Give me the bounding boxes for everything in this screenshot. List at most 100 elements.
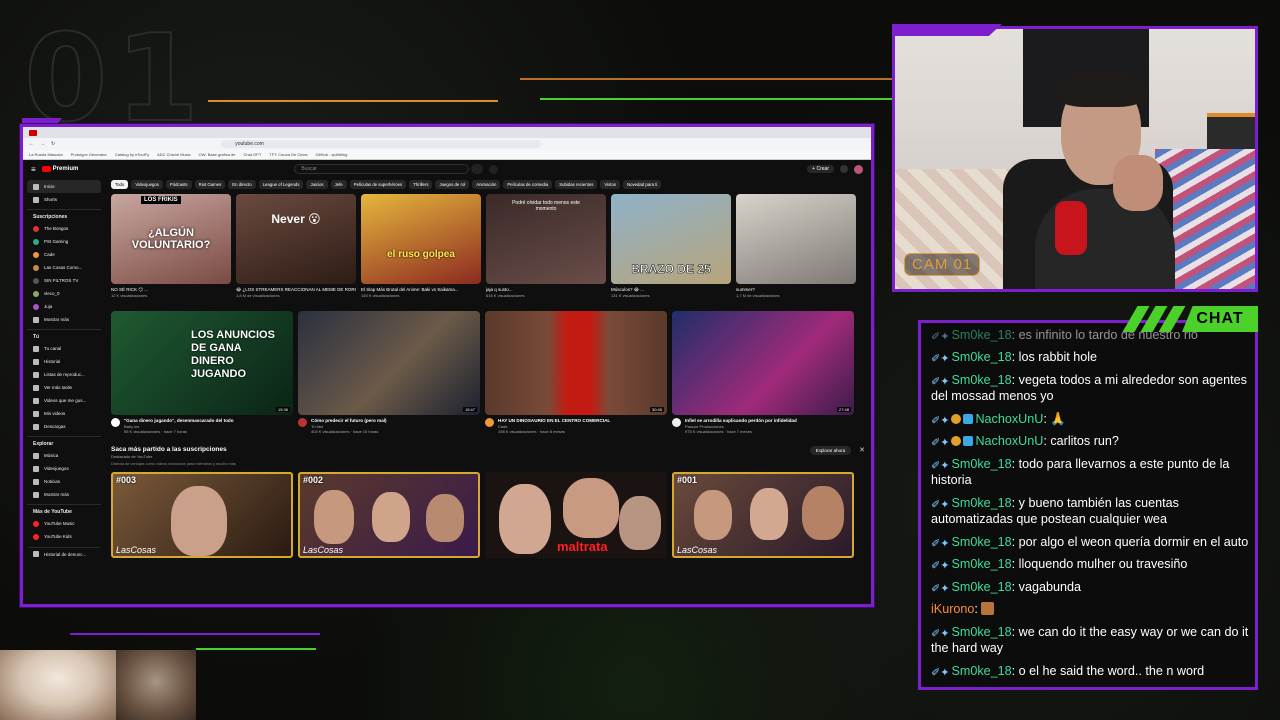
bookmark-item[interactable]: Catalog by eToolFy: [115, 152, 149, 157]
sidebar-item-yt-music[interactable]: YouTube Music: [27, 517, 101, 530]
chat-username[interactable]: Sm0ke_18: [951, 457, 1011, 471]
chat-username[interactable]: Sm0ke_18: [951, 535, 1011, 549]
short-card[interactable]: LOS FRIKIS ¿ALGÚN VOLUNTARIO? NO SÉ RICK…: [111, 194, 231, 298]
chat-username[interactable]: iKurono: [931, 602, 974, 616]
chat-username[interactable]: Sm0ke_18: [951, 580, 1011, 594]
sidebar-sub-item[interactable]: PSI Gaming: [27, 235, 101, 248]
short-card[interactable]: summer? 1,7 M de visualizaciones: [736, 194, 856, 298]
video-thumbnail[interactable]: 15:47: [298, 311, 480, 415]
sidebar-item-shorts[interactable]: Shorts: [27, 193, 101, 206]
sidebar-item-downloads[interactable]: Descargas: [27, 420, 101, 433]
sidebar-item-report-history[interactable]: Historial de denunc...: [27, 547, 101, 560]
sidebar-item-music[interactable]: Música: [27, 449, 101, 462]
bookmark-item[interactable]: GitHub - spit/bling: [316, 152, 348, 157]
short-thumbnail[interactable]: [736, 194, 856, 284]
chip[interactable]: Animación: [472, 179, 501, 189]
short-thumbnail[interactable]: BRAZO DE 25: [611, 194, 731, 284]
members-video-thumbnail[interactable]: #003 LasCosas: [111, 472, 293, 558]
sidebar-sub-item[interactable]: Juja: [27, 300, 101, 313]
chip[interactable]: Juegos de rol: [435, 179, 470, 189]
sidebar-item-home[interactable]: Inicio: [27, 180, 101, 193]
create-button[interactable]: + Crear: [807, 165, 834, 173]
reload-icon[interactable]: ↻: [51, 141, 55, 147]
chat-username[interactable]: Sm0ke_18: [951, 373, 1011, 387]
chip[interactable]: Juicios: [306, 179, 328, 189]
short-card[interactable]: Podré olvidar todo menos este momento ja…: [486, 194, 606, 298]
chat-username[interactable]: Sm0ke_18: [951, 664, 1011, 678]
chip[interactable]: Subidas recientes: [555, 179, 598, 189]
bookmark-item[interactable]: ADC Chiché Music: [157, 152, 191, 157]
members-video-thumbnail[interactable]: #001 LasCosas: [672, 472, 854, 558]
video-card[interactable]: 27:48 Infiel se arrodilla suplicando per…: [672, 311, 854, 434]
bookmark-item[interactable]: Chat GPT: [244, 152, 262, 157]
chip[interactable]: Pódcasts: [165, 179, 192, 189]
short-card[interactable]: Never 😮 😂 ¿LOS STREAMERS REACCIONAN AL M…: [236, 194, 356, 298]
channel-avatar[interactable]: [672, 418, 681, 427]
subscriptions-heading[interactable]: Suscripciones: [27, 209, 101, 222]
sidebar-item-watch-later[interactable]: Ver más tarde: [27, 381, 101, 394]
short-thumbnail[interactable]: LOS FRIKIS ¿ALGÚN VOLUNTARIO?: [111, 194, 231, 284]
forward-icon[interactable]: →: [40, 141, 45, 147]
url-input[interactable]: youtube.com: [221, 140, 542, 148]
menu-icon[interactable]: ≡: [31, 165, 36, 174]
video-thumbnail[interactable]: 30:45: [485, 311, 667, 415]
chat-username[interactable]: Sm0ke_18: [951, 350, 1011, 364]
video-thumbnail[interactable]: 27:48: [672, 311, 854, 415]
sidebar-item-playlists[interactable]: Listas de reproduc...: [27, 368, 101, 381]
short-thumbnail[interactable]: Never 😮: [236, 194, 356, 284]
sidebar-sub-item[interactable]: vleco_0: [27, 287, 101, 300]
bookmark-item[interactable]: Prototype Generator: [71, 152, 107, 157]
explore-now-button[interactable]: Explorar ahora: [809, 446, 852, 455]
sidebar-item-my-videos[interactable]: Mis videos: [27, 407, 101, 420]
browser-tab-strip[interactable]: [23, 127, 871, 138]
sidebar-item-news[interactable]: Noticias: [27, 475, 101, 488]
bookmark-item[interactable]: La Rueda Mascota: [29, 152, 63, 157]
short-thumbnail[interactable]: el ruso golpea: [361, 194, 481, 284]
video-title[interactable]: HAY UN DINOSAURIO EN EL CENTRO COMERCIAL: [498, 418, 610, 424]
chip[interactable]: League of Legends: [258, 179, 304, 189]
members-video-thumbnail[interactable]: maltrata: [485, 472, 667, 558]
sidebar-item-gaming[interactable]: Videojuegos: [27, 462, 101, 475]
members-video-thumbnail[interactable]: #002 LasCosas: [298, 472, 480, 558]
bookmark-item[interactable]: TFT: Cauca De Cinos: [269, 152, 307, 157]
video-card[interactable]: 30:45 HAY UN DINOSAURIO EN EL CENTRO COM…: [485, 311, 667, 434]
avatar[interactable]: [854, 164, 863, 174]
short-thumbnail[interactable]: Podré olvidar todo menos este momento: [486, 194, 606, 284]
chat-username[interactable]: NachoxUnU: [975, 434, 1043, 448]
sidebar-item-history[interactable]: Historial: [27, 355, 101, 368]
back-icon[interactable]: ←: [29, 141, 34, 147]
show-more-explore[interactable]: Mostrar más: [27, 488, 101, 501]
sidebar-sub-item[interactable]: SIN FILTROS TV: [27, 274, 101, 287]
bookmark-item[interactable]: OW: Base gráfica de: [199, 152, 236, 157]
video-card[interactable]: 15:47 Cómo predecir el futuro (pero mal)…: [298, 311, 480, 434]
youtube-tab-icon[interactable]: [29, 129, 37, 136]
chip[interactable]: Vistos: [600, 179, 620, 189]
search-button[interactable]: [471, 164, 484, 174]
chip[interactable]: En directo: [228, 179, 256, 189]
chat-username[interactable]: Sm0ke_18: [951, 328, 1011, 342]
sidebar-item-liked[interactable]: Videos que me gus...: [27, 394, 101, 407]
sidebar-item-yt-kids[interactable]: YouTube Kids: [27, 530, 101, 543]
chip[interactable]: Thrillers: [409, 179, 433, 189]
chip[interactable]: Jefe: [330, 179, 347, 189]
chip[interactable]: Videojuegos: [131, 179, 163, 189]
video-card[interactable]: LOS ANUNCIOS DE GANA DINERO JUGANDO 15:3…: [111, 311, 293, 434]
you-heading[interactable]: Tú: [27, 329, 101, 342]
show-more-subs[interactable]: Mostrar más: [27, 313, 101, 326]
chat-username[interactable]: NachoxUnU: [975, 412, 1043, 426]
sidebar-item-your-channel[interactable]: Tu canal: [27, 342, 101, 355]
channel-avatar[interactable]: [298, 418, 307, 427]
notifications-icon[interactable]: [840, 165, 848, 173]
chip[interactable]: Riot Games: [194, 179, 226, 189]
close-icon[interactable]: ✕: [859, 446, 865, 454]
sidebar-sub-item[interactable]: Las Cosas Como...: [27, 261, 101, 274]
chat-username[interactable]: Sm0ke_18: [951, 496, 1011, 510]
chip[interactable]: Películas de superhéroes: [349, 179, 407, 189]
chip[interactable]: Novedad para ti: [623, 179, 662, 189]
chip[interactable]: Películas de comedia: [503, 179, 553, 189]
channel-avatar[interactable]: [485, 418, 494, 427]
youtube-logo[interactable]: Premium: [41, 166, 78, 172]
sidebar-sub-item[interactable]: The Bongos: [27, 222, 101, 235]
microphone-icon[interactable]: [489, 164, 499, 174]
chat-username[interactable]: Sm0ke_18: [951, 557, 1011, 571]
